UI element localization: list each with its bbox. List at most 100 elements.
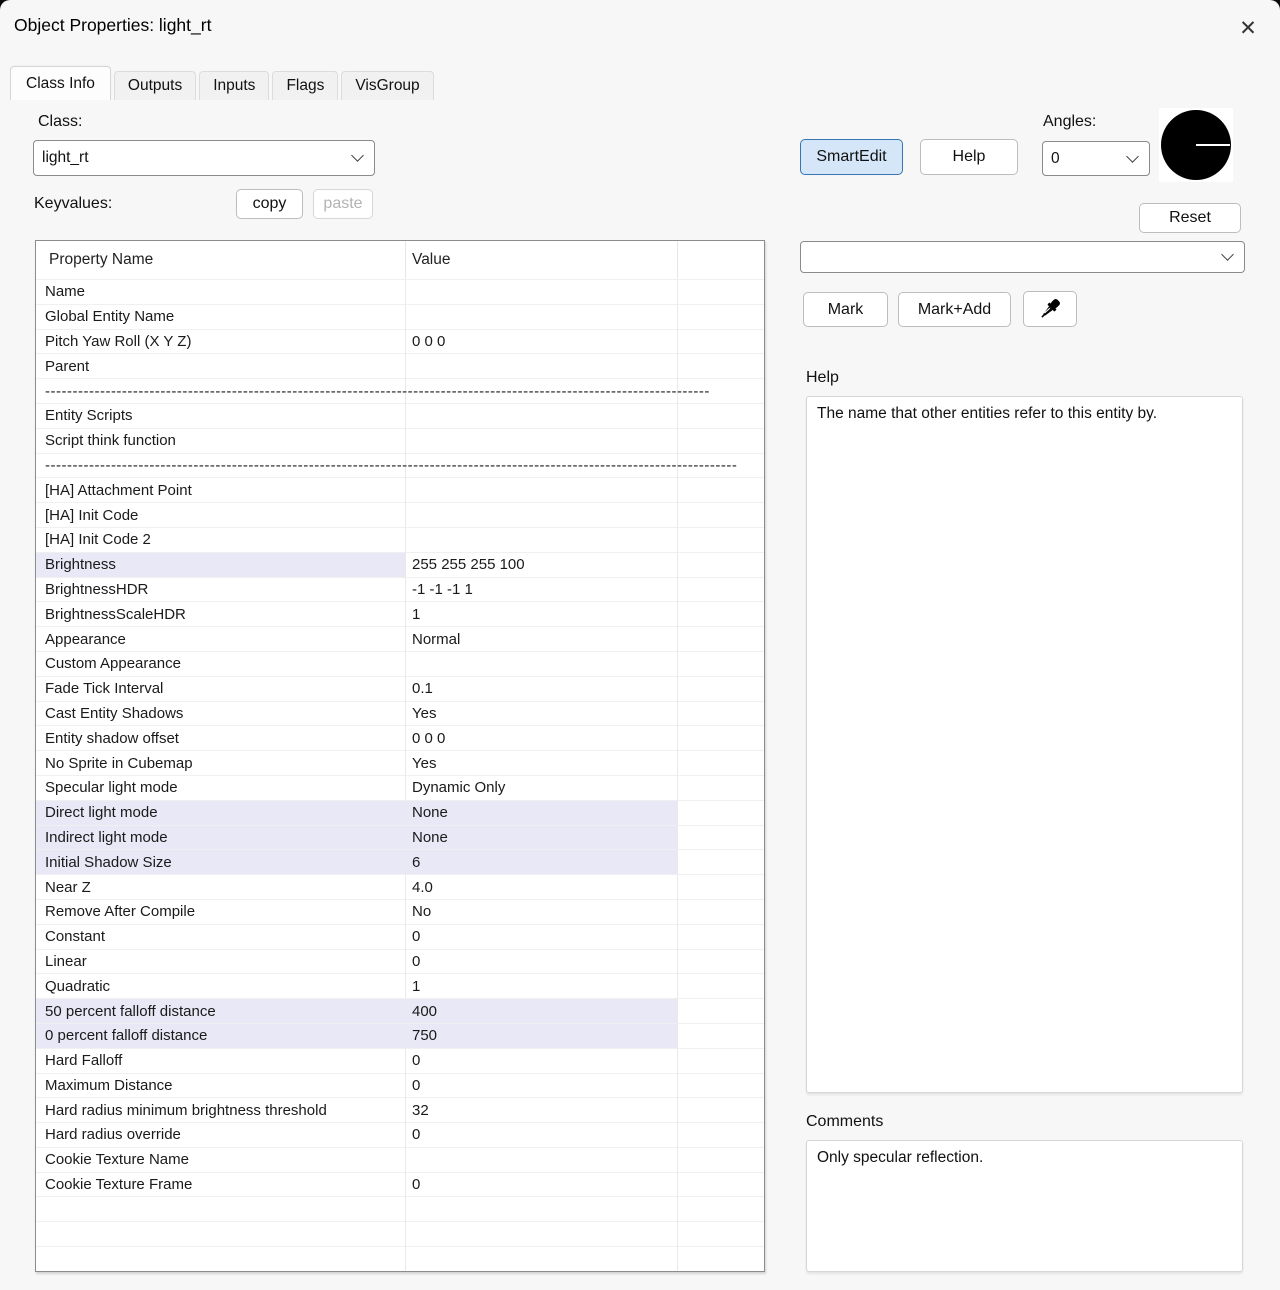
table-row[interactable]: Quadratic 1 <box>36 973 764 999</box>
table-row[interactable]: ----------------------------------------… <box>36 378 764 403</box>
reset-button[interactable]: Reset <box>1139 203 1241 233</box>
table-row[interactable]: Parent <box>36 353 764 379</box>
row-extra-cell <box>678 774 764 800</box>
row-extra-cell <box>678 601 764 626</box>
table-row[interactable]: 0 percent falloff distance 750 <box>36 1022 764 1048</box>
table-row[interactable]: Initial Shadow Size 6 <box>36 849 764 875</box>
table-row[interactable]: 50 percent falloff distance 400 <box>36 998 764 1023</box>
table-row[interactable] <box>36 1246 764 1271</box>
table-row[interactable]: Maximum Distance 0 <box>36 1072 764 1098</box>
tab-label: Outputs <box>127 77 183 94</box>
tab-bar: Class Info Outputs Inputs Flags VisGroup <box>10 66 437 100</box>
table-row[interactable]: Hard radius minimum brightness threshold… <box>36 1097 764 1123</box>
keyvalue-dropdown[interactable] <box>800 241 1245 273</box>
row-extra-cell <box>678 626 764 651</box>
table-row[interactable]: [HA] Init Code <box>36 502 764 527</box>
table-row[interactable]: Pitch Yaw Roll (X Y Z) 0 0 0 <box>36 328 764 354</box>
table-row[interactable]: Appearance Normal <box>36 626 764 651</box>
copy-button[interactable]: copy <box>236 189 303 219</box>
tab-label: VisGroup <box>355 77 420 94</box>
table-row[interactable]: Brightness 255 255 255 100 <box>36 551 764 577</box>
mark-add-button[interactable]: Mark+Add <box>898 292 1011 327</box>
table-row[interactable]: Cast Entity Shadows Yes <box>36 700 764 726</box>
table-row[interactable]: ----------------------------------------… <box>36 452 764 478</box>
property-value-cell <box>406 303 678 329</box>
table-row[interactable]: Cookie Texture Frame 0 <box>36 1171 764 1197</box>
property-name-cell <box>36 1196 406 1222</box>
property-name-cell: Global Entity Name <box>36 303 406 329</box>
table-row[interactable] <box>36 1221 764 1247</box>
smartedit-button[interactable]: SmartEdit <box>800 139 903 175</box>
table-row[interactable]: Linear 0 <box>36 948 764 974</box>
property-value-cell: No <box>406 898 678 924</box>
table-row[interactable]: Direct light mode None <box>36 799 764 825</box>
table-row[interactable]: BrightnessHDR -1 -1 -1 1 <box>36 576 764 602</box>
table-row[interactable]: Global Entity Name <box>36 303 764 329</box>
angle-dial-pointer <box>1196 144 1230 146</box>
property-value-cell: 1 <box>406 601 678 627</box>
property-value-cell <box>406 1196 678 1222</box>
tab-visgroup[interactable]: VisGroup <box>341 71 434 100</box>
mark-button[interactable]: Mark <box>803 292 888 327</box>
property-value-cell <box>406 1246 678 1271</box>
property-name-cell: 50 percent falloff distance <box>36 998 406 1023</box>
property-value-cell <box>406 353 678 379</box>
property-value-cell: -1 -1 -1 1 <box>406 576 678 602</box>
table-row[interactable]: No Sprite in Cubemap Yes <box>36 750 764 775</box>
property-table-header: Property Name Value <box>36 241 764 279</box>
row-extra-cell <box>678 799 764 825</box>
table-row[interactable]: Indirect light mode None <box>36 824 764 850</box>
property-value-cell: 0 0 0 <box>406 328 678 354</box>
tab-class-info[interactable]: Class Info <box>10 66 111 100</box>
property-name-cell: Linear <box>36 948 406 974</box>
close-button[interactable]: ✕ <box>1232 12 1264 44</box>
property-name-cell <box>36 1246 406 1271</box>
table-row[interactable]: BrightnessScaleHDR 1 <box>36 601 764 627</box>
property-name-cell: Cookie Texture Name <box>36 1146 406 1172</box>
property-value-cell: 4.0 <box>406 874 678 899</box>
table-row[interactable]: [HA] Attachment Point <box>36 477 764 503</box>
row-extra-cell <box>678 1196 764 1221</box>
angles-dropdown[interactable]: 0 <box>1042 141 1150 176</box>
table-row[interactable]: Entity shadow offset 0 0 0 <box>36 725 764 751</box>
angle-dial[interactable] <box>1159 108 1233 182</box>
help-button[interactable]: Help <box>920 139 1018 175</box>
property-value-cell: 1 <box>406 973 678 999</box>
table-row[interactable]: Remove After Compile No <box>36 898 764 924</box>
table-row[interactable]: Constant 0 <box>36 923 764 949</box>
property-name-cell: 0 percent falloff distance <box>36 1022 406 1048</box>
table-row[interactable]: Fade Tick Interval 0.1 <box>36 675 764 701</box>
paste-button[interactable]: paste <box>313 189 373 219</box>
eyedropper-button[interactable] <box>1023 291 1077 327</box>
table-row[interactable]: Name <box>36 279 764 304</box>
angles-value: 0 <box>1051 149 1060 167</box>
comments-text-box[interactable]: Only specular reflection. <box>806 1140 1243 1272</box>
table-row[interactable]: Custom Appearance <box>36 650 764 676</box>
table-row[interactable]: Hard radius override 0 <box>36 1122 764 1147</box>
tab-outputs[interactable]: Outputs <box>113 71 197 100</box>
property-name-cell: [HA] Init Code 2 <box>36 526 406 552</box>
property-name-cell: Hard Falloff <box>36 1047 406 1073</box>
row-extra-cell <box>678 725 764 750</box>
table-row[interactable]: Cookie Texture Name <box>36 1146 764 1172</box>
property-name-cell: Custom Appearance <box>36 650 406 676</box>
column-header-extra <box>678 241 764 279</box>
property-value-cell <box>406 402 678 428</box>
class-dropdown[interactable]: light_rt <box>33 140 375 176</box>
property-name-cell: Cast Entity Shadows <box>36 700 406 726</box>
help-text-box: The name that other entities refer to th… <box>806 396 1243 1093</box>
table-row[interactable] <box>36 1196 764 1222</box>
table-row[interactable]: Near Z 4.0 <box>36 874 764 899</box>
table-row[interactable]: Script think function <box>36 427 764 453</box>
tab-inputs[interactable]: Inputs <box>199 71 270 100</box>
table-row[interactable]: Entity Scripts <box>36 402 764 428</box>
row-extra-cell <box>678 1047 764 1073</box>
table-row[interactable]: [HA] Init Code 2 <box>36 526 764 552</box>
chevron-down-icon <box>1221 248 1234 261</box>
row-extra-cell <box>678 502 764 527</box>
table-row[interactable]: Specular light mode Dynamic Only <box>36 774 764 800</box>
tab-flags[interactable]: Flags <box>272 71 339 100</box>
table-row[interactable]: Hard Falloff 0 <box>36 1047 764 1073</box>
property-name-cell: [HA] Init Code <box>36 502 406 527</box>
angle-dial-face <box>1161 110 1231 180</box>
